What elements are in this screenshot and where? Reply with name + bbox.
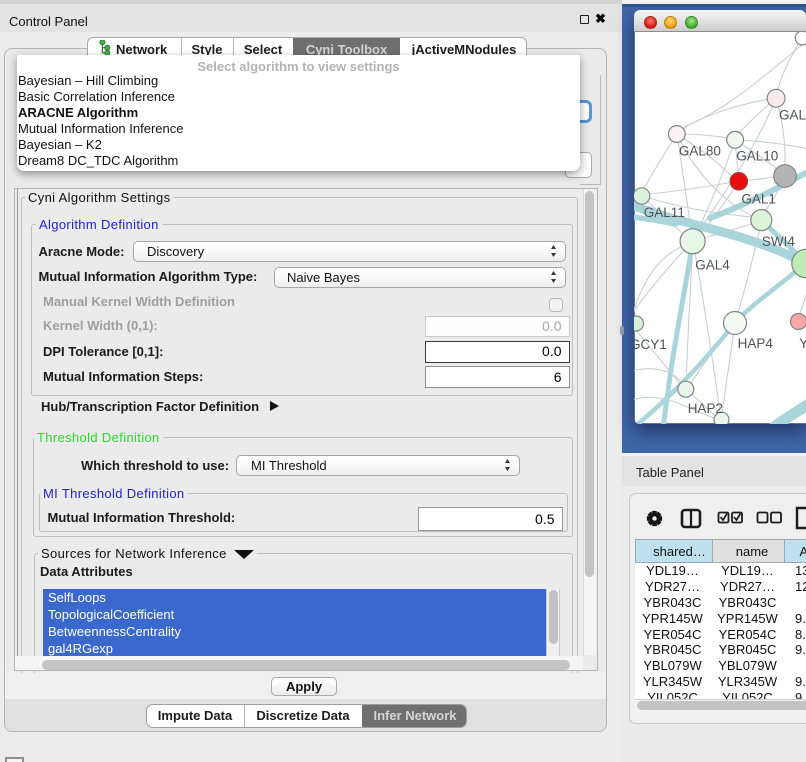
- svg-text:GAL1: GAL1: [741, 191, 776, 206]
- svg-text:GAL80: GAL80: [679, 144, 721, 159]
- svg-text:HAP4: HAP4: [738, 336, 774, 351]
- svg-text:SWI4: SWI4: [762, 234, 795, 249]
- svg-text:GAL2: GAL2: [779, 108, 806, 123]
- svg-text:GCY1: GCY1: [634, 337, 667, 352]
- svg-text:HAP2: HAP2: [688, 401, 723, 416]
- svg-text:GAL11: GAL11: [644, 205, 685, 220]
- svg-text:GAL10: GAL10: [736, 149, 778, 164]
- svg-text:Y: Y: [799, 336, 806, 351]
- svg-text:GAL4: GAL4: [695, 258, 730, 273]
